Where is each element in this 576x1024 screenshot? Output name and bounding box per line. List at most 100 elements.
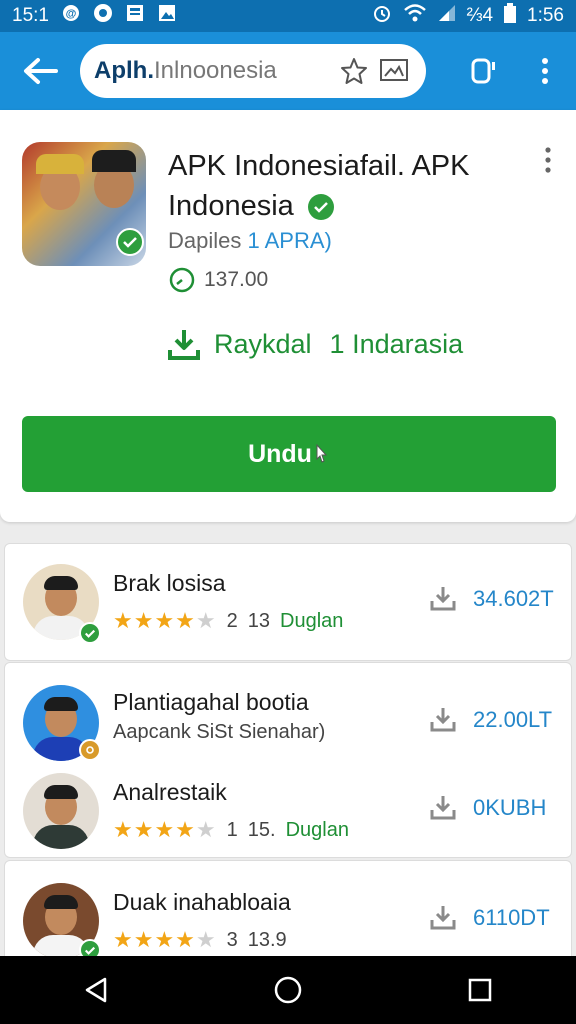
list-item[interactable]: Plantiagahal bootia Aapcank SiSt Sienaha… xyxy=(5,675,573,771)
check-icon xyxy=(123,237,137,248)
svg-text:@: @ xyxy=(66,8,77,20)
download-label: Raykdal xyxy=(214,328,312,359)
download-icon xyxy=(430,906,456,930)
download-extra: 1 Indarasia xyxy=(329,328,464,359)
status-time-left: 15:1 xyxy=(12,5,49,26)
gallery-icon xyxy=(157,3,177,29)
list-item-size: 0KUBH xyxy=(473,795,547,820)
verified-check-icon xyxy=(307,194,334,221)
reader-mode-button[interactable] xyxy=(374,51,414,91)
clock-icon xyxy=(169,267,195,293)
list-card: Duak inahabloaia ★★★★★ 3 13.9 6110DT xyxy=(4,860,572,970)
app-notification-icon xyxy=(93,3,113,29)
review-count: 15. xyxy=(247,818,276,841)
install-button[interactable]: Undu xyxy=(22,416,556,492)
list-item-meta: ★★★★★ 1 15. Duglan xyxy=(113,817,349,843)
list-item[interactable]: Brak losisa ★★★★★ 2 13 Duglan 34.602T xyxy=(5,554,573,650)
list-item-title: Analrestaik xyxy=(113,779,227,805)
app-icon-cap-right xyxy=(92,150,136,172)
back-button[interactable] xyxy=(0,32,80,110)
list-item-meta: ★★★★★ 2 13 Duglan xyxy=(113,608,343,634)
download-button[interactable] xyxy=(425,580,461,616)
check-icon xyxy=(85,946,95,955)
status-bar: 15:1 @ ⅔4 1:56 xyxy=(0,0,576,32)
status-clock: 1:56 xyxy=(527,5,564,26)
size-line: 137.00 xyxy=(168,266,268,294)
list-card: Brak losisa ★★★★★ 2 13 Duglan 34.602T xyxy=(4,543,572,661)
rating-value: 2 xyxy=(226,609,238,632)
list-item-size: 6110DT xyxy=(473,905,550,930)
overflow-menu-icon xyxy=(542,58,548,84)
circle-home-icon xyxy=(274,976,302,1004)
developer-line: Dapiles 1 APRA) xyxy=(168,228,332,254)
download-button[interactable] xyxy=(425,789,461,825)
url-rest: Inlnoonesia xyxy=(154,57,277,84)
menu-button[interactable] xyxy=(514,32,576,110)
nav-home-button[interactable] xyxy=(248,956,328,1024)
gold-badge xyxy=(79,739,101,761)
rating-stars: ★★★★★ xyxy=(113,608,217,633)
review-count: 13 xyxy=(247,609,270,632)
list-item-subtitle: Aapcank SiSt Sienahar) xyxy=(113,721,325,744)
wifi-icon xyxy=(403,3,427,29)
cursor-icon xyxy=(316,443,328,463)
download-icon xyxy=(430,796,456,820)
review-count: 13.9 xyxy=(247,928,287,951)
square-recents-icon xyxy=(468,978,492,1002)
system-nav-bar xyxy=(0,956,576,1024)
list-item-tag: Duglan xyxy=(280,609,344,632)
tabs-button[interactable] xyxy=(452,32,514,110)
battery-icon xyxy=(503,2,517,30)
developer-accent: 1 APRA) xyxy=(247,228,332,253)
download-icon xyxy=(168,330,200,360)
download-icon xyxy=(430,587,456,611)
url-bar[interactable]: Aplh.Inlnoonesia xyxy=(80,44,426,98)
check-icon xyxy=(85,629,95,638)
list-item[interactable]: Duak inahabloaia ★★★★★ 3 13.9 6110DT xyxy=(5,873,573,969)
app-bar: Aplh.Inlnoonesia xyxy=(0,32,576,110)
list-item-size: 22.00LT xyxy=(473,707,553,732)
list-item-title: Brak losisa xyxy=(113,570,226,596)
list-item-meta: ★★★★★ 3 13.9 xyxy=(113,927,287,953)
rating-stars: ★★★★★ xyxy=(113,817,217,842)
news-icon xyxy=(125,3,145,29)
triangle-back-icon xyxy=(85,977,107,1003)
rating-value: 3 xyxy=(226,928,238,951)
list-item-title: Plantiagahal bootia xyxy=(113,689,309,715)
nav-back-button[interactable] xyxy=(56,956,136,1024)
rating-stars: ★★★★★ xyxy=(113,927,217,952)
list-item-subtitle-text: Aapcank SiSt Sienahar) xyxy=(113,721,326,743)
app-overflow-button[interactable] xyxy=(534,142,562,178)
alarm-icon xyxy=(371,2,393,30)
notification-icon: @ xyxy=(61,3,81,29)
list-card: Plantiagahal bootia Aapcank SiSt Sienaha… xyxy=(4,662,572,858)
list-item-title: Duak inahabloaia xyxy=(113,889,291,915)
star-icon xyxy=(341,58,367,84)
download-count-line: Raykdal 1 Indarasia xyxy=(166,326,463,362)
download-button[interactable] xyxy=(425,701,461,737)
list-item-size: 34.602T xyxy=(473,586,554,611)
arrow-left-icon xyxy=(24,58,58,84)
url-host: Aplh. xyxy=(94,57,154,84)
verified-badge xyxy=(79,622,101,644)
verified-badge xyxy=(116,228,144,256)
download-button[interactable] xyxy=(425,899,461,935)
list-item[interactable]: Analrestaik ★★★★★ 1 15. Duglan 0KUBH xyxy=(5,763,573,859)
image-frame-icon xyxy=(380,59,408,81)
signal-label: ⅔4 xyxy=(466,5,494,26)
tabs-icon xyxy=(471,58,495,84)
avatar xyxy=(23,773,99,849)
url-text: Aplh.Inlnoonesia xyxy=(94,57,334,85)
developer-name: Dapiles xyxy=(168,228,242,253)
nav-recents-button[interactable] xyxy=(440,956,520,1024)
install-label: Undu xyxy=(248,439,312,468)
list-item-tag: Duglan xyxy=(285,818,349,841)
bookmark-button[interactable] xyxy=(334,51,374,91)
more-vert-icon xyxy=(545,147,551,173)
app-icon-cap-left xyxy=(36,154,84,174)
download-icon xyxy=(430,708,456,732)
medal-icon xyxy=(86,746,94,754)
rating-value: 1 xyxy=(226,818,238,841)
app-title: APK Indonesiafail. APK Indonesia xyxy=(168,146,508,226)
signal-icon xyxy=(437,3,457,29)
